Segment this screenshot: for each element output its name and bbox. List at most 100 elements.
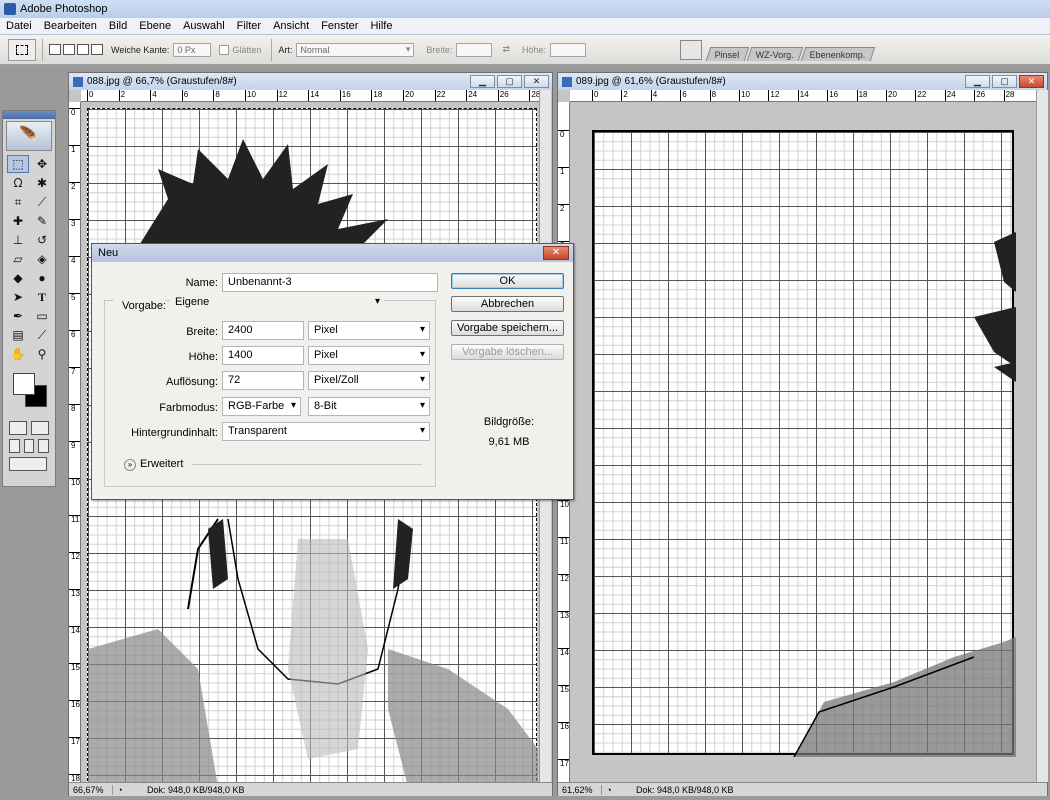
maximize-button[interactable]: ▢ xyxy=(992,75,1017,88)
horizontal-ruler[interactable]: 0246810121416182022242628 xyxy=(570,90,1036,102)
ruler-tick-label: 17 xyxy=(558,759,569,768)
height-input[interactable] xyxy=(550,42,587,57)
blur-tool-icon[interactable]: ◆ xyxy=(7,269,29,287)
preset-select[interactable]: Eigene xyxy=(170,294,384,313)
slice-tool-icon[interactable]: ⟋ xyxy=(31,193,53,211)
ruler-tick-label: 2 xyxy=(621,90,628,101)
image-canvas[interactable] xyxy=(592,130,1016,758)
crop-tool-icon[interactable]: ⌗ xyxy=(7,193,29,211)
menu-ansicht[interactable]: Ansicht xyxy=(267,20,315,32)
foreground-color-swatch[interactable] xyxy=(13,373,35,395)
expand-chevron-icon[interactable]: » xyxy=(124,459,136,471)
menu-hilfe[interactable]: Hilfe xyxy=(364,20,398,32)
standard-mode-icon[interactable] xyxy=(9,421,27,435)
quick-mask-group xyxy=(3,419,55,437)
pen-tool-icon[interactable]: ✒ xyxy=(7,307,29,325)
intersect-selection-icon[interactable] xyxy=(91,44,103,55)
screen-mode-standard-icon[interactable] xyxy=(9,439,20,453)
close-icon[interactable]: ✕ xyxy=(543,246,569,260)
close-button[interactable]: ✕ xyxy=(1019,75,1044,88)
lasso-tool-icon[interactable]: ᘯ xyxy=(7,174,29,192)
advanced-label[interactable]: Erweitert xyxy=(140,458,183,470)
palette-tab-wz-vorg[interactable]: WZ-Vorg. xyxy=(746,47,803,61)
notes-tool-icon[interactable]: ▤ xyxy=(7,326,29,344)
menu-ebene[interactable]: Ebene xyxy=(133,20,177,32)
minimize-button[interactable]: ▁ xyxy=(470,75,495,88)
brush-tool-icon[interactable]: ✎ xyxy=(31,212,53,230)
cancel-button[interactable]: Abbrechen xyxy=(451,296,564,312)
colormode-select[interactable]: RGB-Farbe xyxy=(222,397,301,416)
canvas-area[interactable] xyxy=(570,102,1036,782)
style-select[interactable]: Normal xyxy=(296,42,415,57)
minimize-button[interactable]: ▁ xyxy=(965,75,990,88)
magic-wand-tool-icon[interactable]: ✱ xyxy=(31,174,53,192)
toolbox-grip[interactable] xyxy=(3,111,55,119)
tool-preset-picker[interactable] xyxy=(8,38,36,61)
ruler-tick-label: 26 xyxy=(497,90,509,101)
zoom-tool-icon[interactable]: ⚲ xyxy=(31,345,53,363)
document-title-bar[interactable]: 089.jpg @ 61,6% (Graustufen/8#) ▁ ▢ ✕ xyxy=(558,73,1047,90)
new-selection-icon[interactable] xyxy=(49,44,61,55)
quick-mask-icon[interactable] xyxy=(31,421,49,435)
background-select[interactable]: Transparent xyxy=(222,422,430,441)
smooth-checkbox[interactable] xyxy=(219,44,230,55)
eraser-tool-icon[interactable]: ▱ xyxy=(7,250,29,268)
resolution-unit-select[interactable]: Pixel/Zoll xyxy=(308,371,430,390)
vertical-scrollbar[interactable] xyxy=(1036,90,1048,782)
palette-tab-ebenenkomp[interactable]: Ebenenkomp. xyxy=(800,47,875,61)
maximize-button[interactable]: ▢ xyxy=(497,75,522,88)
eyedropper-tool-icon[interactable]: ⟋ xyxy=(31,326,53,344)
menu-filter[interactable]: Filter xyxy=(231,20,267,32)
palette-well: Pinsel WZ-Vorg. Ebenenkomp. xyxy=(705,41,1050,61)
document-title-bar[interactable]: 088.jpg @ 66,7% (Graustufen/8#) ▁ ▢ ✕ xyxy=(69,73,552,90)
close-button[interactable]: ✕ xyxy=(524,75,549,88)
paint-bucket-tool-icon[interactable]: ◈ xyxy=(31,250,53,268)
name-input[interactable]: Unbenannt-3 xyxy=(222,273,438,292)
menu-auswahl[interactable]: Auswahl xyxy=(177,20,231,32)
screen-mode-full-icon[interactable] xyxy=(38,439,50,453)
file-browser-button[interactable] xyxy=(680,40,702,60)
menu-bearbeiten[interactable]: Bearbeiten xyxy=(38,20,103,32)
hand-tool-icon[interactable]: ✋ xyxy=(7,345,29,363)
menu-fenster[interactable]: Fenster xyxy=(315,20,364,32)
jump-to-imageready-icon[interactable] xyxy=(9,457,47,471)
history-brush-tool-icon[interactable]: ↺ xyxy=(31,231,53,249)
status-menu-icon[interactable]: ◔ xyxy=(113,785,127,795)
menu-datei[interactable]: Datei xyxy=(0,20,38,32)
type-tool-icon[interactable]: T xyxy=(31,288,53,306)
resolution-input[interactable]: 72 xyxy=(222,371,304,390)
feather-input[interactable]: 0 Px xyxy=(173,42,212,57)
marquee-tool-icon[interactable]: ⬚ xyxy=(7,155,29,173)
height-input[interactable]: 1400 xyxy=(222,346,304,365)
height-unit-select[interactable]: Pixel xyxy=(308,346,430,365)
screen-mode-menu-icon[interactable] xyxy=(23,439,35,453)
path-selection-tool-icon[interactable]: ➤ xyxy=(7,288,29,306)
vertical-ruler[interactable]: 0123456789101112131415161718 xyxy=(69,102,81,782)
dodge-tool-icon[interactable]: ● xyxy=(31,269,53,287)
ruler-tick-label: 15 xyxy=(69,663,80,672)
clone-stamp-tool-icon[interactable]: ⊥ xyxy=(7,231,29,249)
ruler-tick-label: 8 xyxy=(709,90,716,101)
move-tool-icon[interactable]: ✥ xyxy=(31,155,53,173)
width-input[interactable]: 2400 xyxy=(222,321,304,340)
subtract-selection-icon[interactable] xyxy=(77,44,89,55)
colordepth-select[interactable]: 8-Bit xyxy=(308,397,430,416)
save-preset-button[interactable]: Vorgabe speichern... xyxy=(451,320,564,336)
add-selection-icon[interactable] xyxy=(63,44,75,55)
feather-logo-icon[interactable]: 🪶 xyxy=(6,121,52,151)
swap-icon[interactable]: ⇄ xyxy=(502,44,510,55)
width-input[interactable] xyxy=(456,42,493,57)
healing-brush-tool-icon[interactable]: ✚ xyxy=(7,212,29,230)
ruler-tick-label: 9 xyxy=(69,441,80,450)
horizontal-ruler[interactable]: 0246810121416182022242628 xyxy=(81,90,539,102)
palette-tab-pinsel[interactable]: Pinsel xyxy=(705,47,749,61)
width-unit-select[interactable]: Pixel xyxy=(308,321,430,340)
ok-button[interactable]: OK xyxy=(451,273,564,289)
menu-bild[interactable]: Bild xyxy=(103,20,133,32)
delete-preset-button[interactable]: Vorgabe löschen... xyxy=(451,344,564,360)
dialog-title-bar[interactable]: Neu ✕ xyxy=(92,244,573,262)
zoom-level[interactable]: 61,62% xyxy=(558,784,602,795)
shape-tool-icon[interactable]: ▭ xyxy=(31,307,53,325)
zoom-level[interactable]: 66,67% xyxy=(69,784,113,795)
status-menu-icon[interactable]: ◔ xyxy=(602,785,616,795)
